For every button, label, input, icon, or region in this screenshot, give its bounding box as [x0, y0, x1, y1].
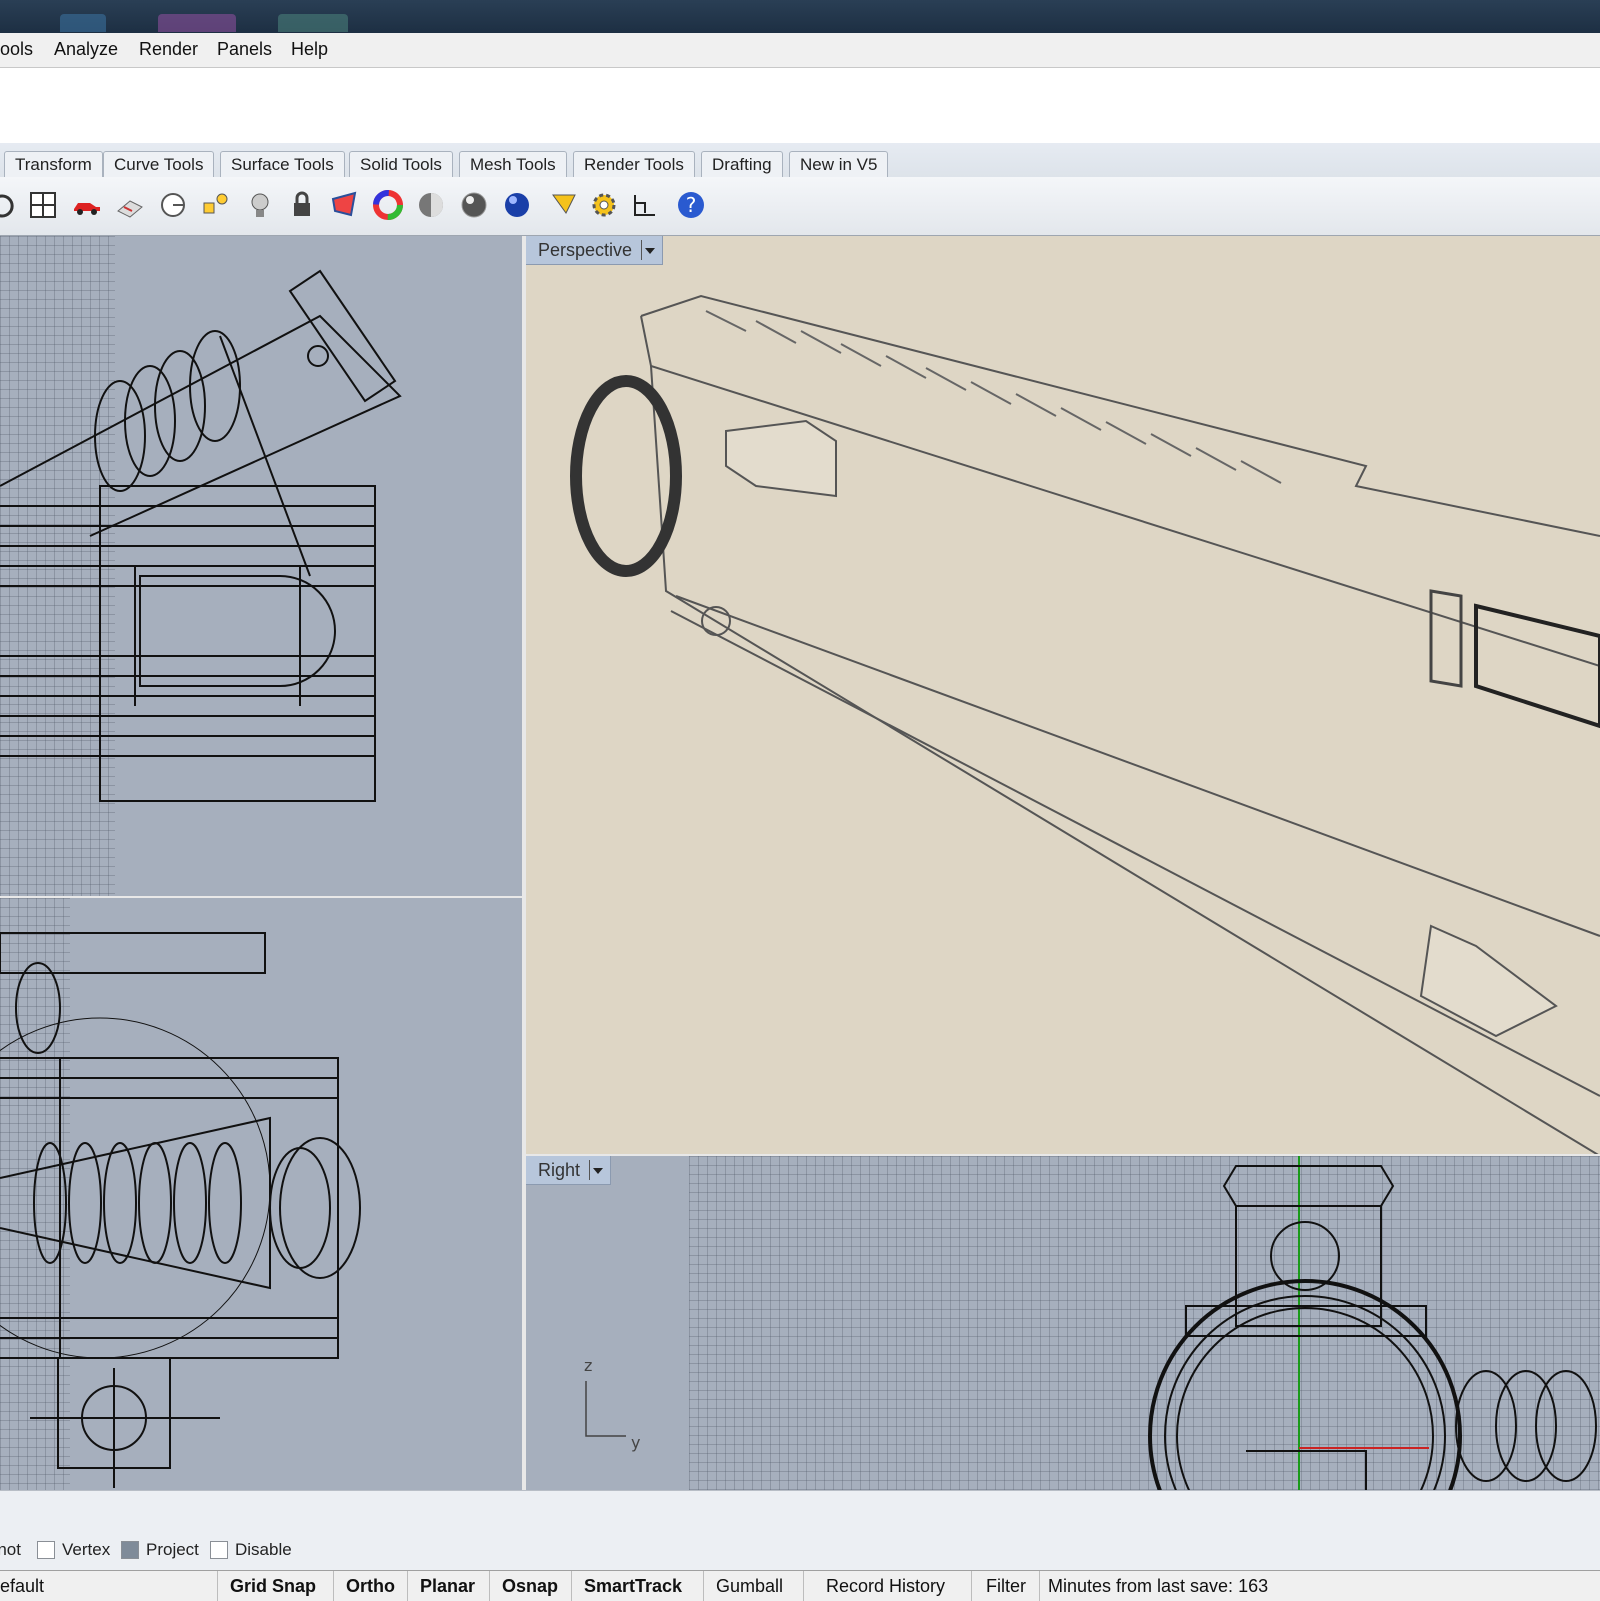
plan-view-icon[interactable]	[113, 188, 147, 222]
toolbar: ?	[0, 177, 1600, 236]
shapes-icon[interactable]	[199, 188, 233, 222]
checkbox[interactable]	[37, 1541, 55, 1559]
osnap-disable-label: Disable	[235, 1540, 292, 1559]
command-history	[0, 68, 1600, 114]
rendered-sphere-icon[interactable]	[457, 188, 491, 222]
menu-panels[interactable]: Panels	[217, 39, 272, 60]
menu-analyze[interactable]: Analyze	[54, 39, 118, 60]
viewport-label-perspective[interactable]: Perspective	[526, 236, 664, 265]
osnap-knot[interactable]: Knot	[0, 1538, 21, 1562]
chevron-down-icon[interactable]	[641, 240, 658, 260]
viewport-perspective[interactable]: Perspective	[526, 236, 1600, 1154]
viewport-layout-icon[interactable]	[26, 188, 60, 222]
toolbar-tab-strip: Transform Curve Tools Surface Tools Soli…	[0, 143, 1600, 178]
car-icon[interactable]	[70, 188, 104, 222]
tab-curve-tools[interactable]: Curve Tools	[103, 151, 215, 177]
osnap-project-label: Project	[146, 1540, 199, 1559]
viewport-label-right[interactable]: Right	[526, 1156, 612, 1185]
axis-z-label: z	[584, 1356, 592, 1375]
gear-icon[interactable]	[587, 188, 621, 222]
wireframe-drawing	[0, 932, 361, 1488]
wireframe-drawing	[0, 269, 402, 802]
status-bar: efault Grid Snap Ortho Planar Osnap Smar…	[0, 1570, 1600, 1601]
checkbox-checked[interactable]	[121, 1541, 139, 1559]
blue-sphere-icon[interactable]	[500, 188, 534, 222]
status-smarttrack[interactable]: SmartTrack	[572, 1571, 704, 1601]
status-grid-snap[interactable]: Grid Snap	[218, 1571, 334, 1601]
osnap-disable[interactable]: Disable	[210, 1538, 292, 1562]
osnap-knot-label: Knot	[0, 1540, 21, 1559]
light-bulb-icon[interactable]	[243, 188, 277, 222]
svg-text:?: ?	[686, 193, 697, 217]
tab-solid-tools[interactable]: Solid Tools	[349, 151, 453, 177]
viewport-title: Perspective	[538, 240, 633, 260]
taskbar-thumb	[278, 14, 348, 32]
command-input[interactable]	[0, 113, 1600, 144]
perspective-model	[570, 294, 1600, 1154]
viewport-title: Right	[538, 1160, 581, 1180]
menu-render[interactable]: Render	[139, 39, 198, 60]
status-save-info: Minutes from last save: 163	[1048, 1576, 1269, 1596]
status-record-history[interactable]: Record History	[804, 1571, 972, 1601]
status-osnap[interactable]: Osnap	[490, 1571, 572, 1601]
menu-help[interactable]: Help	[291, 39, 328, 60]
tab-mesh-tools[interactable]: Mesh Tools	[459, 151, 567, 177]
osnap-vertex-label: Vertex	[62, 1540, 111, 1559]
material-icon[interactable]	[328, 188, 362, 222]
tab-surface-tools[interactable]: Surface Tools	[220, 151, 345, 177]
menu-bar: ools Analyze Render Panels Help	[0, 33, 1600, 68]
osnap-vertex[interactable]: Vertex	[37, 1538, 110, 1562]
status-planar[interactable]: Planar	[408, 1571, 490, 1601]
funnel-icon[interactable]	[548, 188, 582, 222]
chevron-down-icon[interactable]	[589, 1160, 606, 1180]
status-filter[interactable]: Filter	[972, 1571, 1040, 1601]
viewport-top[interactable]	[0, 236, 522, 896]
wireframe-drawing: z y	[584, 1156, 1597, 1490]
menu-tools[interactable]: ools	[0, 39, 33, 60]
checkbox[interactable]	[210, 1541, 228, 1559]
viewport-right[interactable]: z y Right	[526, 1156, 1600, 1490]
shaded-sphere-icon[interactable]	[414, 188, 448, 222]
viewport-front[interactable]	[0, 898, 522, 1490]
tab-new-in-v5[interactable]: New in V5	[789, 151, 889, 177]
tab-drafting[interactable]: Drafting	[701, 151, 783, 177]
help-icon[interactable]: ?	[674, 188, 708, 222]
dimension-icon[interactable]	[630, 188, 664, 222]
taskbar-thumb	[60, 14, 106, 32]
rotate-view-icon[interactable]	[156, 188, 190, 222]
taskbar-thumb	[158, 14, 236, 32]
axis-y-label: y	[631, 1433, 640, 1452]
lock-icon[interactable]	[285, 188, 319, 222]
window-titlebar	[0, 0, 1600, 33]
tab-render-tools[interactable]: Render Tools	[573, 151, 695, 177]
undo-icon[interactable]	[0, 188, 20, 222]
tab-transform[interactable]: Transform	[4, 151, 103, 177]
status-gumball[interactable]: Gumball	[704, 1571, 804, 1601]
color-wheel-icon[interactable]	[371, 188, 405, 222]
status-ortho[interactable]: Ortho	[334, 1571, 408, 1601]
osnap-project[interactable]: Project	[121, 1538, 199, 1562]
status-layer[interactable]: efault	[0, 1571, 218, 1601]
